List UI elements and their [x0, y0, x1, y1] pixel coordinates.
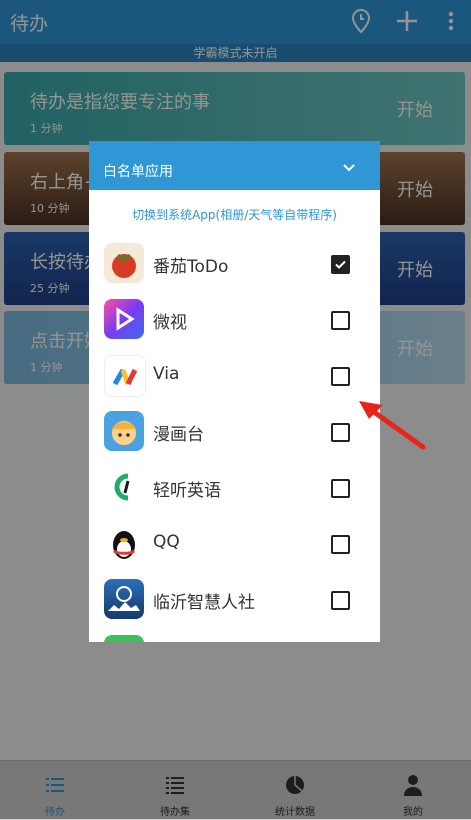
tomato-icon: [104, 243, 144, 283]
app-row[interactable]: 番茄ToDo: [89, 240, 380, 288]
app-row[interactable]: QQ: [89, 520, 380, 568]
app-row[interactable]: 微视: [89, 296, 380, 344]
switch-system-apps-link[interactable]: 切换到系统App(相册/天气等自带程序): [89, 206, 380, 223]
app-checkbox[interactable]: [331, 535, 350, 554]
manhuatai-icon: [104, 411, 144, 451]
app-checkbox[interactable]: [331, 367, 350, 386]
app-row[interactable]: 轻听英语: [89, 464, 380, 512]
linyi-icon: [104, 579, 144, 619]
app-checkbox[interactable]: [331, 311, 350, 330]
app-name: Via: [153, 364, 180, 384]
app-row[interactable]: 临沂智慧人社: [89, 576, 380, 624]
app-name: 轻听英语: [153, 481, 221, 501]
via-icon: [104, 355, 146, 397]
qq-icon: [104, 523, 144, 563]
whitelist-dialog: 白名单应用 切换到系统App(相册/天气等自带程序) 番茄ToDo 微视 Via…: [89, 141, 380, 642]
app-name: 微视: [153, 313, 187, 333]
app-row[interactable]: 漫画台: [89, 408, 380, 456]
app-checkbox[interactable]: [331, 423, 350, 442]
app-name: 临沂智慧人社: [153, 593, 255, 613]
app-row[interactable]: Via: [89, 352, 380, 400]
app-name: 番茄ToDo: [153, 257, 229, 277]
app-name: QQ: [153, 532, 180, 552]
app-row[interactable]: [89, 632, 380, 642]
chevron-down-icon[interactable]: [342, 159, 356, 173]
dialog-title: 白名单应用: [103, 164, 173, 180]
app-checkbox[interactable]: [331, 591, 350, 610]
app-checkbox[interactable]: [331, 479, 350, 498]
partial-app-icon: [104, 635, 144, 642]
weishi-icon: [104, 299, 144, 339]
app-name: 漫画台: [153, 425, 204, 445]
qingting-icon: [104, 467, 144, 507]
annotation-arrow-icon: [355, 395, 435, 455]
dialog-header[interactable]: 白名单应用: [89, 141, 380, 190]
app-checkbox[interactable]: [331, 255, 350, 274]
